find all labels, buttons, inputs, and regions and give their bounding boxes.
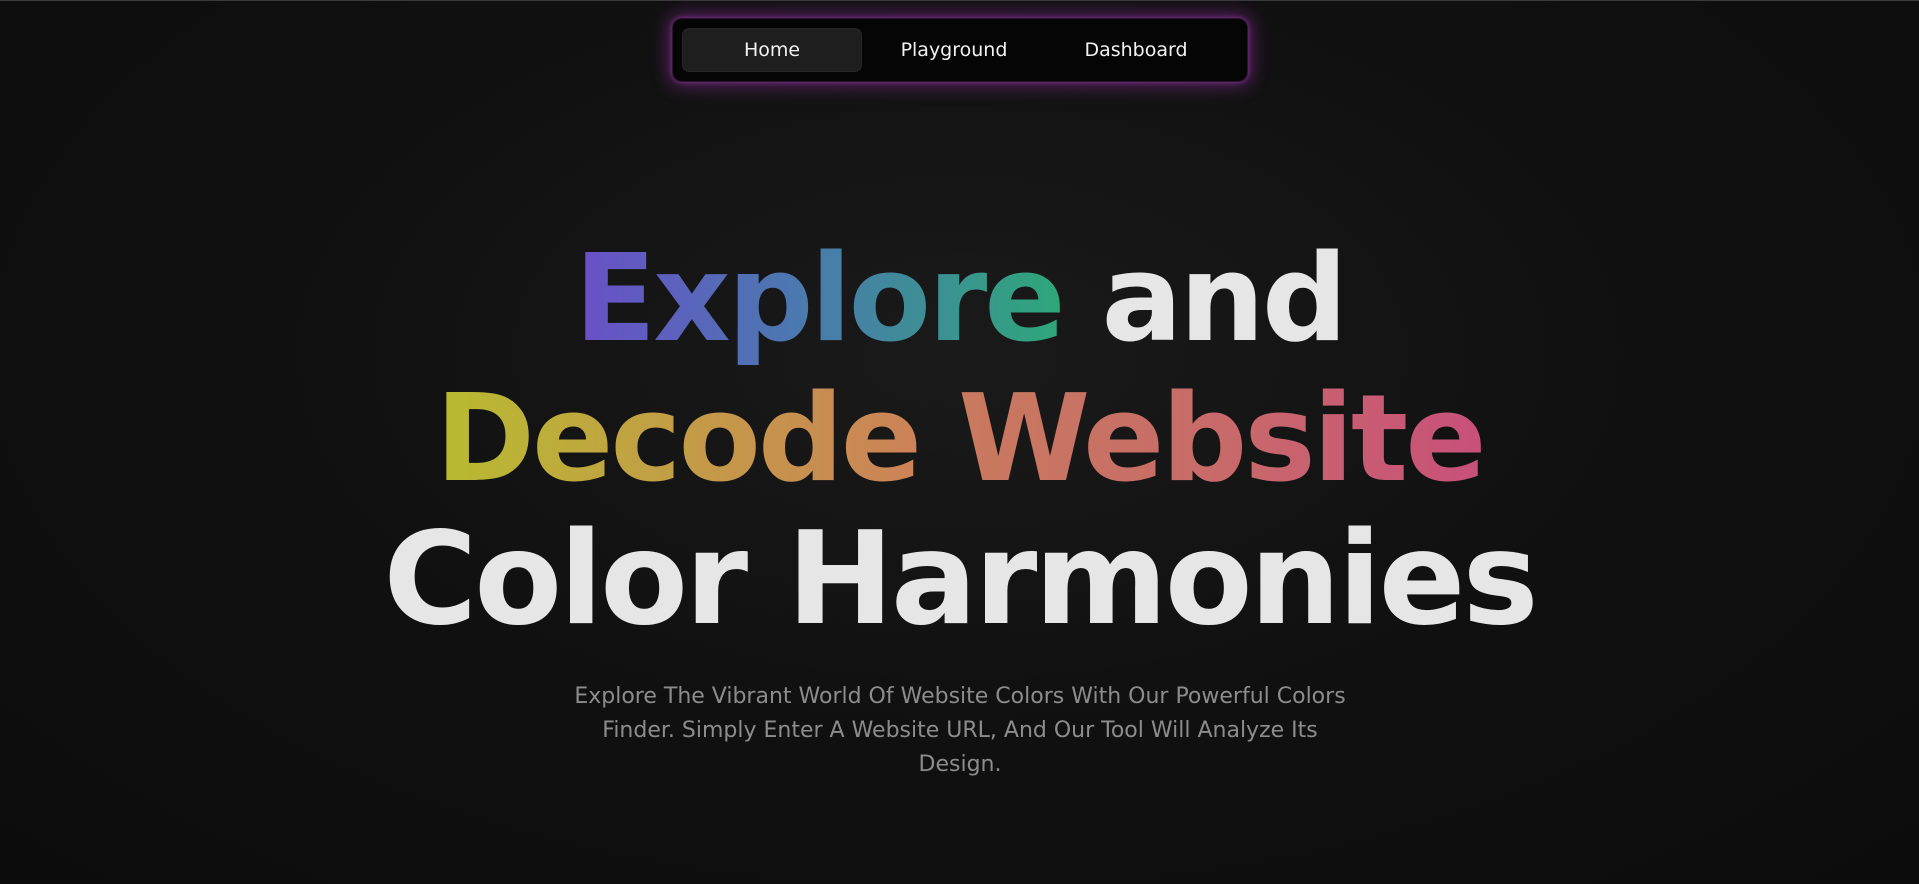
main-nav: Home Playground Dashboard [672,18,1248,82]
hero-line-3: Color Harmonies [0,510,1919,650]
nav-item-dashboard[interactable]: Dashboard [1046,28,1226,72]
top-border [0,0,1919,1]
hero-word-and: and [1101,230,1347,369]
hero-word-website: Website [957,370,1487,509]
nav-item-playground[interactable]: Playground [864,28,1044,72]
nav-item-home[interactable]: Home [682,28,862,72]
hero-subtitle: Explore The Vibrant World Of Website Col… [574,684,1346,777]
hero-word-explore: Explore [574,230,1065,369]
hero-word-decode: Decode [435,370,922,509]
hero-heading: Explore and Decode Website Color Harmoni… [0,230,1919,650]
hero-line-2: Decode Website [0,370,1919,510]
hero-words-color-harmonies: Color Harmonies [383,505,1538,654]
hero-line-1: Explore and [0,230,1919,370]
